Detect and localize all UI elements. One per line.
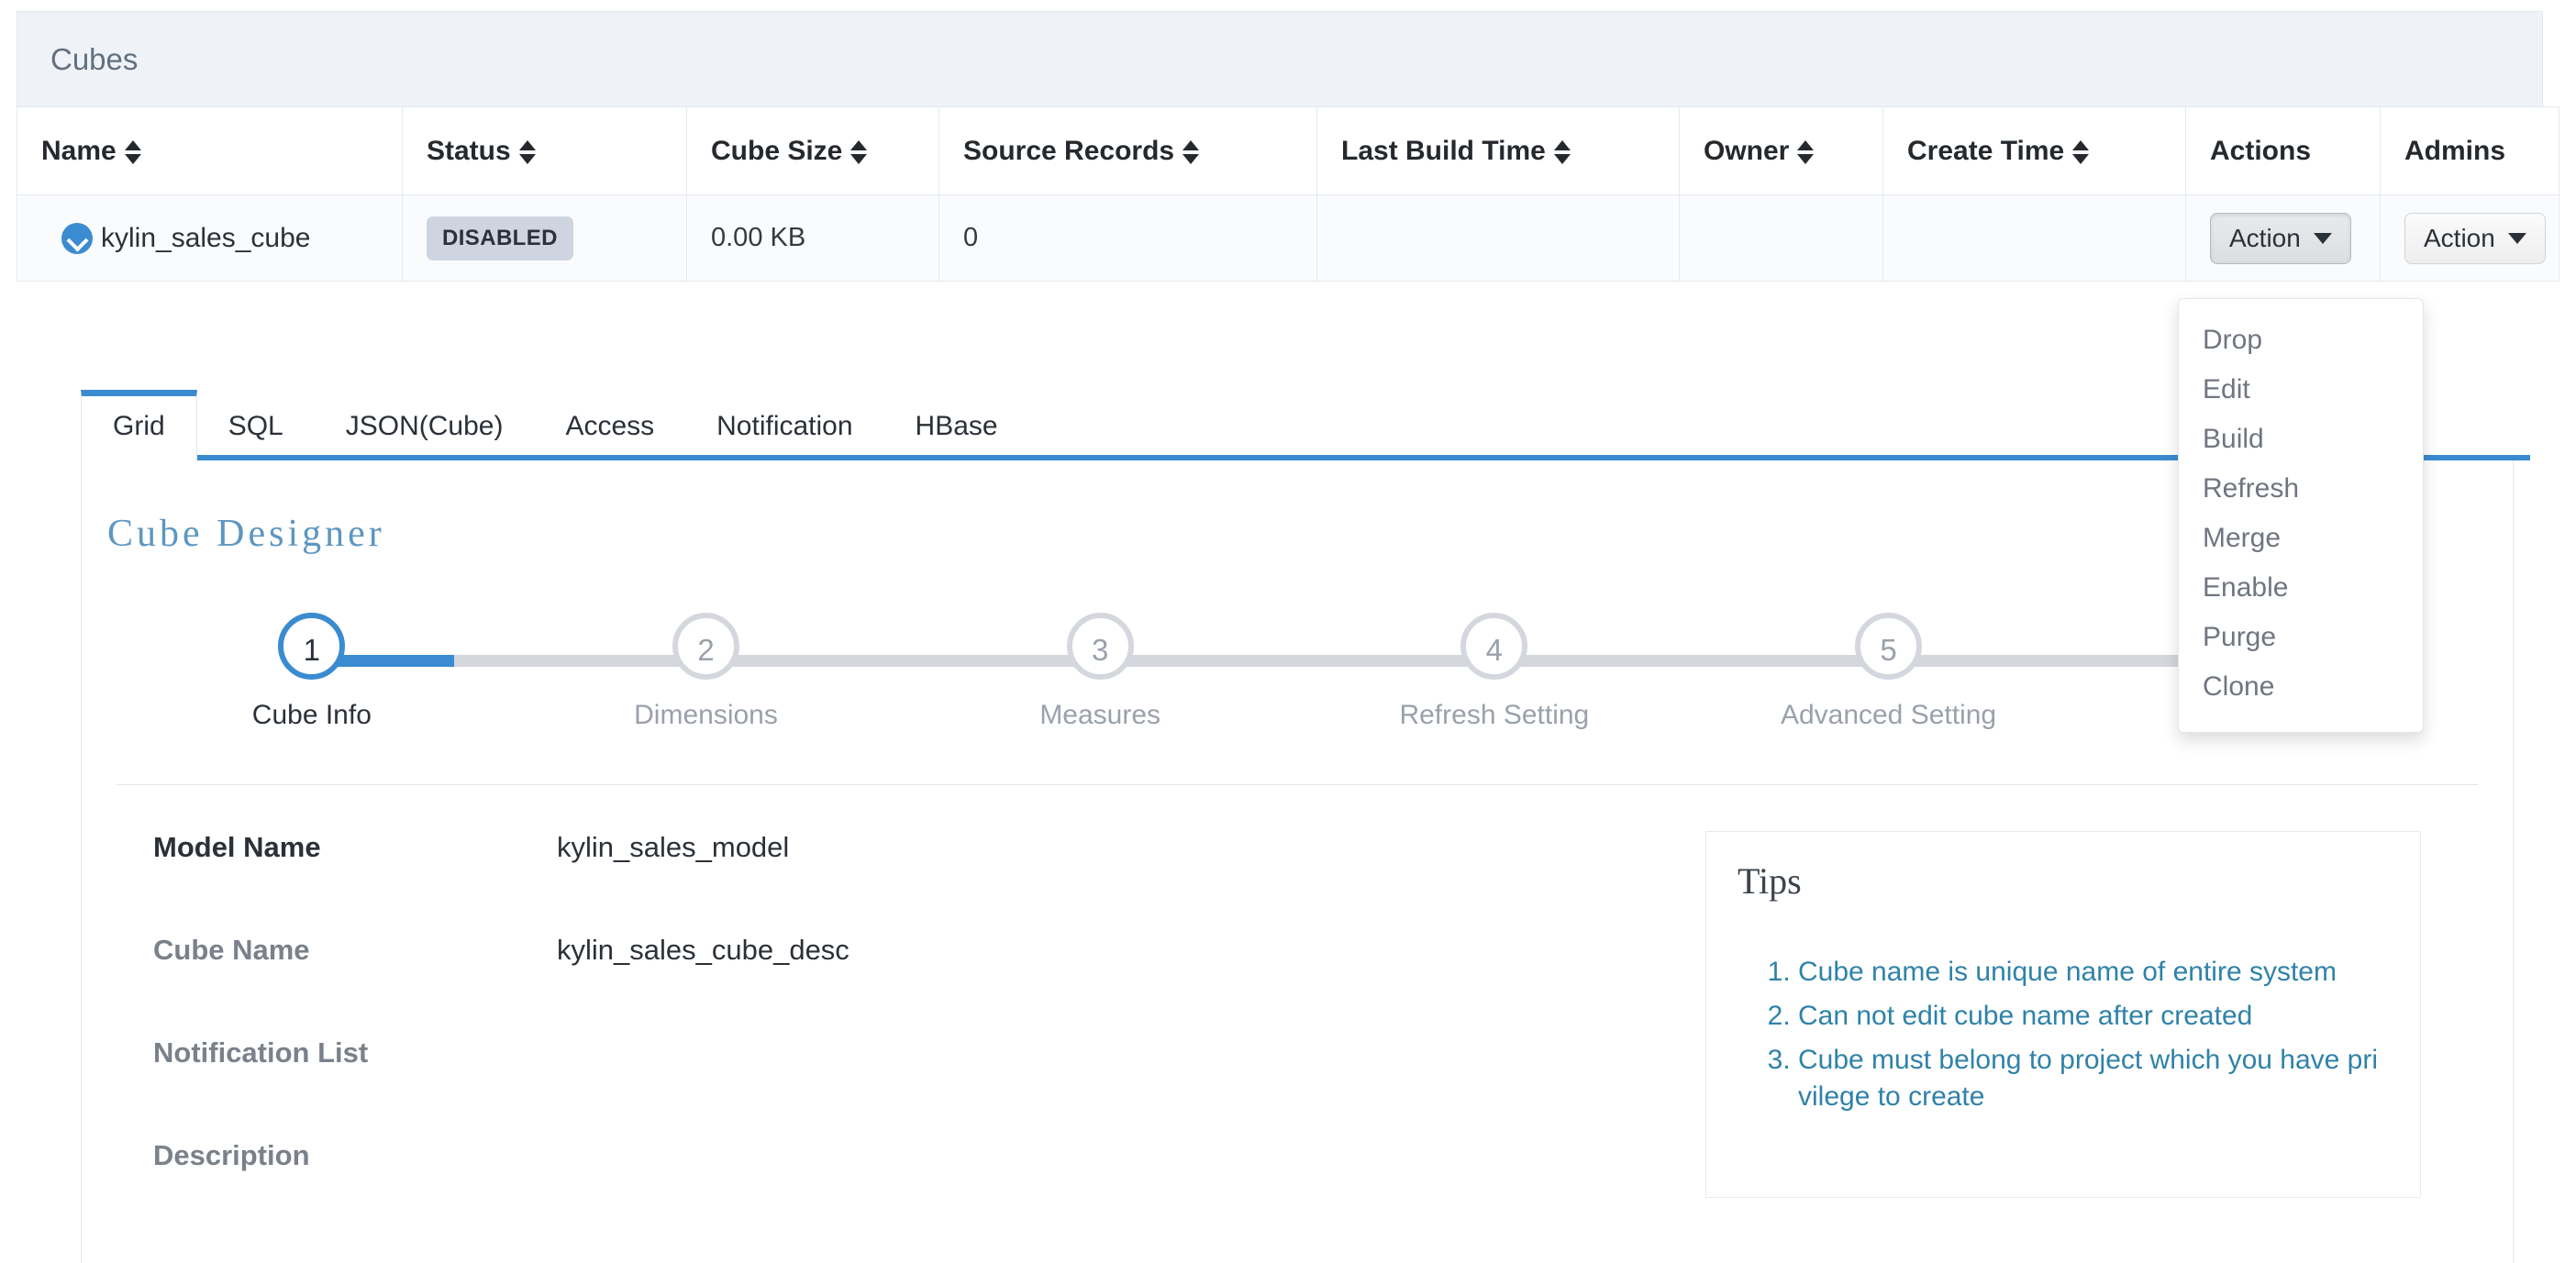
tab-sql[interactable]: SQL [197, 391, 315, 460]
action-dropdown-button[interactable]: Action [2210, 212, 2351, 264]
section-divider [117, 784, 2478, 785]
table-header-row: Name Status Cube Size Source Records Las… [17, 106, 2559, 195]
step-number: 5 [1855, 613, 1923, 680]
step-number: 4 [1460, 613, 1528, 680]
field-value: kylin_sales_model [557, 831, 790, 863]
tips-panel: Tips Cube name is unique name of entire … [1705, 831, 2421, 1198]
menu-item-enable[interactable]: Enable [2179, 563, 2423, 613]
field-description: Description [153, 1139, 1705, 1172]
column-header-owner[interactable]: Owner [1679, 106, 1883, 195]
list-item: Cube must belong to project which you ha… [1798, 1042, 2389, 1115]
field-model-name: Model Name kylin_sales_model [153, 831, 1705, 864]
field-label: Cube Name [153, 934, 310, 966]
cubes-page: Cubes Name Status Cube Size Source Recor… [0, 11, 2576, 1263]
cell-last-build-time [1316, 194, 1680, 282]
sort-icon[interactable] [2072, 139, 2090, 164]
menu-item-purge[interactable]: Purge [2179, 613, 2423, 662]
step-number: 3 [1066, 613, 1134, 680]
step-measures[interactable]: 3 Measures [903, 613, 1494, 731]
tab-notification[interactable]: Notification [685, 391, 883, 460]
caret-down-icon [2313, 232, 2332, 244]
step-label: Dimensions [634, 700, 778, 730]
menu-item-refresh[interactable]: Refresh [2179, 464, 2423, 514]
sort-icon[interactable] [518, 139, 536, 164]
cube-designer-panel: Cube Designer 1 Cube Info 2 Dimensions 3… [81, 460, 2514, 1263]
menu-item-merge[interactable]: Merge [2179, 514, 2423, 563]
action-dropdown-menu: Drop Edit Build Refresh Merge Enable Pur… [2178, 298, 2424, 733]
cube-name-link[interactable]: kylin_sales_cube [101, 223, 310, 254]
column-header-cube-size[interactable]: Cube Size [686, 106, 939, 195]
tab-json-cube[interactable]: JSON(Cube) [315, 391, 535, 460]
field-value: kylin_sales_cube_desc [557, 934, 849, 966]
column-header-create-time[interactable]: Create Time [1882, 106, 2186, 195]
cell-admins: Action [2380, 194, 2559, 282]
cube-designer-title: Cube Designer [107, 513, 385, 555]
step-dimensions[interactable]: 2 Dimensions [509, 613, 1101, 731]
column-header-last-build-time[interactable]: Last Build Time [1316, 106, 1680, 195]
column-header-name[interactable]: Name [17, 106, 403, 195]
column-header-actions: Actions [2185, 106, 2381, 195]
tips-title: Tips [1738, 860, 1802, 902]
cell-create-time [1882, 194, 2186, 282]
cube-info-content: Model Name kylin_sales_model Cube Name k… [82, 831, 2513, 1242]
step-label: Refresh Setting [1399, 700, 1590, 730]
tab-access[interactable]: Access [534, 391, 685, 460]
field-cube-name: Cube Name kylin_sales_cube_desc [153, 934, 1705, 967]
admins-dropdown-button[interactable]: Action [2404, 212, 2546, 264]
list-item: Cube name is unique name of entire syste… [1798, 954, 2389, 991]
cell-owner [1679, 194, 1883, 282]
column-header-status[interactable]: Status [402, 106, 687, 195]
tab-grid[interactable]: Grid [81, 390, 197, 460]
sort-icon[interactable] [1183, 139, 1200, 164]
cell-cube-size: 0.00 KB [686, 194, 939, 282]
menu-item-edit[interactable]: Edit [2179, 365, 2423, 415]
cubes-table: Name Status Cube Size Source Records Las… [17, 106, 2559, 282]
step-refresh-setting[interactable]: 4 Refresh Setting [1297, 613, 1889, 731]
tab-hbase[interactable]: HBase [884, 391, 1029, 460]
step-cube-info[interactable]: 1 Cube Info [115, 613, 706, 731]
admins-button-label: Action [2424, 223, 2495, 252]
cell-name: kylin_sales_cube [17, 194, 403, 282]
list-item: Can not edit cube name after created [1798, 998, 2389, 1035]
menu-item-build[interactable]: Build [2179, 415, 2423, 464]
sort-icon[interactable] [1553, 139, 1571, 164]
column-header-source-records[interactable]: Source Records [938, 106, 1317, 195]
step-number: 2 [672, 613, 739, 680]
chevron-down-icon[interactable] [61, 222, 93, 254]
field-label: Description [153, 1139, 310, 1171]
cell-status: DISABLED [402, 194, 687, 282]
step-label: Cube Info [251, 700, 372, 730]
menu-item-drop[interactable]: Drop [2179, 316, 2423, 365]
page-title: Cubes [50, 41, 139, 76]
table-row: kylin_sales_cube DISABLED 0.00 KB 0 Acti… [17, 194, 2559, 282]
panel-heading: Cubes [17, 11, 2543, 106]
cell-source-records: 0 [938, 194, 1317, 282]
sort-icon[interactable] [124, 139, 141, 164]
field-label: Notification List [153, 1036, 369, 1069]
tips-column: Tips Cube name is unique name of entire … [1705, 831, 2513, 1242]
column-header-admins: Admins [2380, 106, 2559, 195]
step-label: Measures [1039, 700, 1161, 730]
cube-info-form: Model Name kylin_sales_model Cube Name k… [82, 831, 1705, 1242]
status-badge: DISABLED [427, 216, 573, 260]
cube-designer-stepper: 1 Cube Info 2 Dimensions 3 Measures 4 Re… [115, 613, 2480, 731]
caret-down-icon [2507, 232, 2526, 244]
sort-icon[interactable] [850, 139, 868, 164]
step-label: Advanced Setting [1780, 700, 1997, 730]
cell-actions: Action [2185, 194, 2381, 282]
step-advanced-setting[interactable]: 5 Advanced Setting [1692, 613, 2283, 731]
tips-list: Cube name is unique name of entire syste… [1738, 954, 2389, 1115]
sort-icon[interactable] [1797, 139, 1815, 164]
field-label: Model Name [153, 831, 321, 863]
field-notification-list: Notification List [153, 1036, 1705, 1069]
menu-item-clone[interactable]: Clone [2179, 662, 2423, 712]
action-button-label: Action [2229, 223, 2301, 252]
step-number: 1 [278, 613, 346, 680]
